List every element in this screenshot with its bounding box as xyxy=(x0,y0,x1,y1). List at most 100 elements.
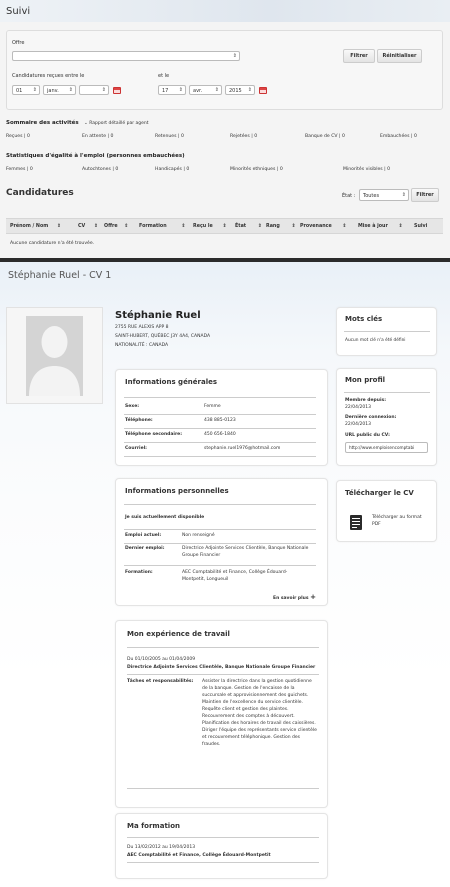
col-header[interactable]: Provenance ⇕ xyxy=(300,224,346,229)
col-header[interactable]: État ⇕ xyxy=(235,224,262,229)
divider xyxy=(124,414,316,415)
stat-autochtones: Autochtones | 0 xyxy=(82,167,119,172)
public-url-field[interactable]: http://www.emploisencomptabi xyxy=(345,442,428,453)
divider xyxy=(127,837,319,838)
member-since-label: Membre depuis: xyxy=(345,398,386,403)
from-day-select[interactable]: 01 ⇕ xyxy=(12,85,40,95)
field-label: Formation: xyxy=(125,570,153,575)
field-value: Directrice Adjointe Services Clientèle, … xyxy=(182,546,309,558)
download-pdf-link[interactable]: Télécharger au format PDF xyxy=(372,514,427,528)
cv-profile-panel: Stéphanie Ruel - CV 1 Stéphanie Ruel 275… xyxy=(0,262,450,887)
my-profile-card: Mon profil Membre depuis: 22/04/2013 Der… xyxy=(336,368,437,466)
personal-info-card: Informations personnelles Je suis actuel… xyxy=(115,478,328,606)
keywords-text: Aucun mot clé n'a été défini xyxy=(345,338,406,343)
state-select[interactable]: Toutes ⇕ xyxy=(359,189,409,201)
sort-icon: ⇕ xyxy=(398,224,403,229)
chevron-updown-icon: ⇕ xyxy=(247,87,252,93)
field-label: Téléphone secondaire: xyxy=(125,432,183,437)
document-icon[interactable] xyxy=(350,515,362,530)
tasks-label: Tâches et responsabilités: xyxy=(127,679,194,684)
sort-icon: ⇕ xyxy=(342,224,347,229)
divider xyxy=(124,504,316,505)
stat-handicapes: Handicapés | 0 xyxy=(155,167,190,172)
stat-recues: Reçues | 0 xyxy=(6,134,30,139)
and-label: et le xyxy=(158,73,170,79)
public-url-label: URL public du CV: xyxy=(345,433,390,438)
state-filter-button[interactable]: Filtrer xyxy=(411,188,439,202)
to-day-select[interactable]: 17 ⇕ xyxy=(158,85,186,95)
divider xyxy=(127,788,319,789)
divider xyxy=(127,674,319,675)
field-value: 450 656-1840 xyxy=(204,432,236,437)
col-header[interactable]: Formation ⇕ xyxy=(139,224,185,229)
download-cv-card: Télécharger le CV Télécharger au format … xyxy=(336,480,437,542)
last-login-label: Dernière connexion: xyxy=(345,415,397,420)
chevron-updown-icon: ⇕ xyxy=(401,192,406,198)
divider xyxy=(344,331,430,332)
chevron-updown-icon: ⇕ xyxy=(214,87,219,93)
chevron-updown-icon: ⇕ xyxy=(32,87,37,93)
general-info-card: Informations générales Sexe: Femme Télép… xyxy=(115,369,328,466)
reset-button[interactable]: Réinitialiser xyxy=(377,49,422,63)
more-link[interactable]: En savoir plus + xyxy=(273,593,316,601)
divider xyxy=(124,456,316,457)
keywords-card: Mots clés Aucun mot clé n'a été défini xyxy=(336,307,437,356)
divider xyxy=(124,529,316,530)
candidatures-table-header: Prénom / Nom ⇕ CV ⇕ Offre ⇕ Formation ⇕ … xyxy=(6,218,443,234)
sort-icon: ⇕ xyxy=(257,224,262,229)
from-month-select[interactable]: janv. ⇕ xyxy=(43,85,76,95)
chevron-updown-icon: ⇕ xyxy=(232,53,237,59)
page-title: Stéphanie Ruel - CV 1 xyxy=(8,270,112,281)
offre-select[interactable]: ⇕ xyxy=(12,51,240,61)
col-header[interactable]: Mise à jour ⇕ xyxy=(358,224,403,229)
email-link[interactable]: stephanie.ruel1976@hotmail.com xyxy=(204,446,280,451)
field-label: Téléphone: xyxy=(125,418,153,423)
last-login-value: 22/04/2013 xyxy=(345,422,371,427)
nationality: NATIONALITÉ : CANADA xyxy=(115,343,169,348)
divider xyxy=(127,647,319,648)
detailed-report-link[interactable]: ⌄ Rapport détaillé par agent xyxy=(84,121,149,126)
to-year-select[interactable]: 2015 ⇕ xyxy=(225,85,255,95)
candidatures-title: Candidatures xyxy=(6,188,74,198)
filter-button[interactable]: Filtrer xyxy=(343,49,375,63)
stat-embauchees: Embauchées | 0 xyxy=(380,134,417,139)
col-header[interactable]: Rang ⇕ xyxy=(266,224,295,229)
education-program: AEC Comptabilité et Finance, Collège Édo… xyxy=(127,853,271,858)
suivi-panel: Suivi Offre ⇕ Filtrer Réinitialiser Cand… xyxy=(0,0,450,258)
divider xyxy=(124,442,316,443)
plus-icon: + xyxy=(310,593,317,601)
card-title: Ma formation xyxy=(127,822,180,830)
stat-minorites-visibles: Minorités visibles | 0 xyxy=(343,167,391,172)
chevron-updown-icon: ⇕ xyxy=(101,87,106,93)
stat-rejetees: Rejetées | 0 xyxy=(230,134,258,139)
sort-icon: ⇕ xyxy=(181,224,186,229)
person-silhouette-icon xyxy=(7,308,102,403)
chevron-updown-icon: ⇕ xyxy=(68,87,73,93)
calendar-icon[interactable] xyxy=(259,87,267,94)
stat-banque-cv: Banque de CV | 0 xyxy=(305,134,345,139)
tasks-text: Assister la directrice dans la gestion q… xyxy=(202,679,317,747)
sort-icon: ⇕ xyxy=(222,224,227,229)
divider xyxy=(124,397,316,398)
sort-icon: ⇕ xyxy=(93,224,98,229)
from-year-select[interactable]: ⇕ xyxy=(79,85,109,95)
col-header[interactable]: Suivi xyxy=(414,224,427,229)
col-header[interactable]: Offre ⇕ xyxy=(104,224,128,229)
field-value: AEC Comptabilité et Finance, Collège Édo… xyxy=(182,570,288,582)
offre-label: Offre xyxy=(12,40,25,46)
card-title: Mots clés xyxy=(345,315,383,323)
field-value: Femme xyxy=(204,404,221,409)
chevron-updown-icon: ⇕ xyxy=(178,87,183,93)
divider xyxy=(344,392,430,393)
member-since-value: 22/04/2013 xyxy=(345,405,371,410)
divider xyxy=(124,565,316,566)
field-label: Emploi actuel: xyxy=(125,533,162,538)
activity-summary-title: Sommaire des activités xyxy=(6,120,79,126)
calendar-icon[interactable] xyxy=(113,87,121,94)
col-header[interactable]: CV ⇕ xyxy=(78,224,98,229)
to-month-select[interactable]: avr. ⇕ xyxy=(189,85,222,95)
col-header[interactable]: Prénom / Nom ⇕ xyxy=(10,224,61,229)
col-header[interactable]: Reçu le ⇕ xyxy=(193,224,226,229)
candidate-name: Stéphanie Ruel xyxy=(115,310,201,321)
divider xyxy=(124,428,316,429)
